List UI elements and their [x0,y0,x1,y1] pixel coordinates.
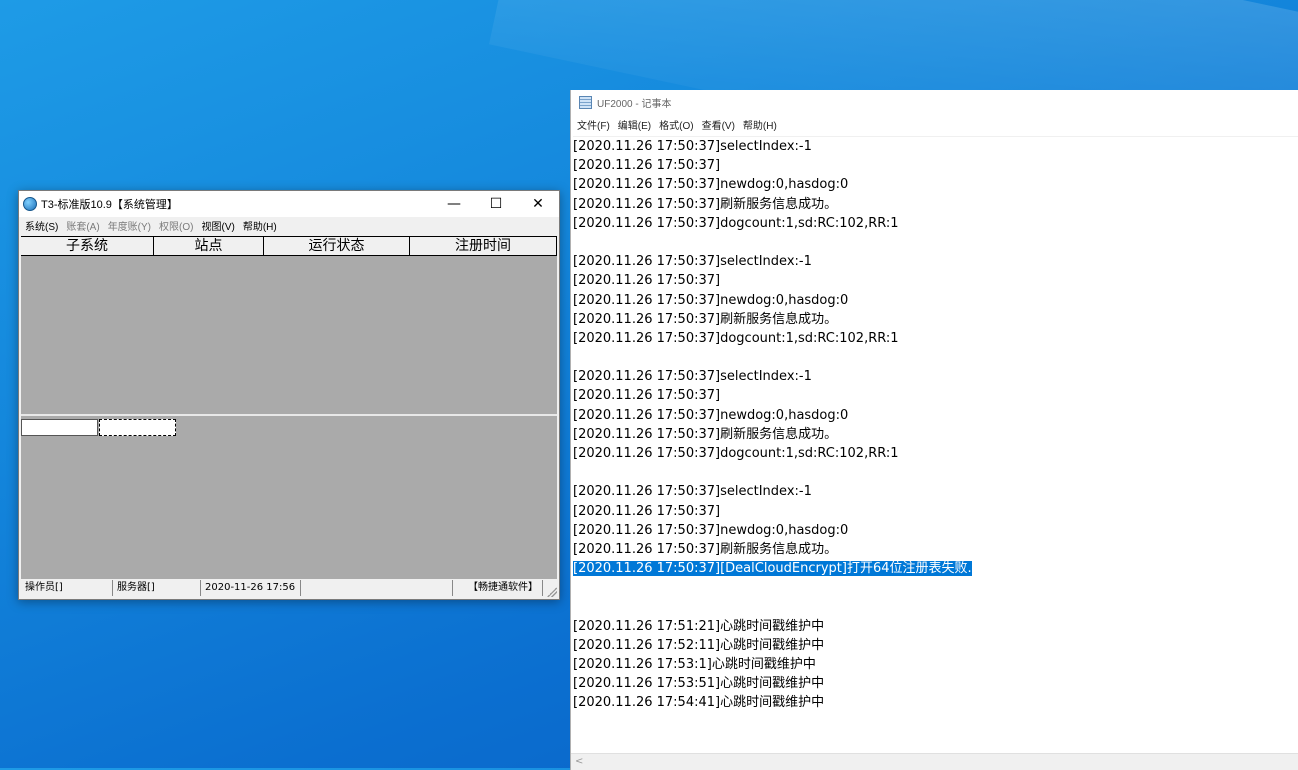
status-brand: 【畅捷通软件】 [453,580,543,596]
text-line[interactable]: [2020.11.26 17:54:41]心跳时间戳维护中 [573,693,1298,712]
line-text: [2020.11.26 17:50:37]newdog:0,hasdog:0 [573,522,849,538]
text-line[interactable]: [2020.11.26 17:50:37]刷新服务信息成功。 [573,310,1298,329]
line-text: [2020.11.26 17:50:37]newdog:0,hasdog:0 [573,407,849,423]
line-text: [2020.11.26 17:53:51]心跳时间戳维护中 [573,676,825,692]
resize-grip-icon[interactable] [547,587,557,597]
line-text: [2020.11.26 17:50:37] [573,503,721,519]
task-grid-cell-focused[interactable] [99,419,176,436]
text-line[interactable] [573,598,1298,617]
menu-format[interactable]: 格式(O) [659,117,693,132]
line-text: [2020.11.26 17:50:37]selectIndex:-1 [573,484,812,500]
text-line[interactable] [573,233,1298,252]
t3-menubar: 系统(S) 账套(A) 年度账(Y) 权限(O) 视图(V) 帮助(H) [19,217,559,234]
menu-view[interactable]: 查看(V) [702,117,735,132]
menu-view[interactable]: 视图(V) [201,218,234,233]
t3-titlebar[interactable]: T3-标准版10.9【系统管理】 — ☐ ✕ [19,191,559,217]
text-line[interactable]: [2020.11.26 17:53:1]心跳时间戳维护中 [573,655,1298,674]
text-line[interactable]: [2020.11.26 17:53:51]心跳时间戳维护中 [573,674,1298,693]
column-header-site[interactable]: 站点 [154,237,264,255]
notepad-title: UF2000 - 记事本 [597,98,672,110]
line-text: [2020.11.26 17:50:37]selectIndex:-1 [573,254,812,270]
subsystem-grid-header: 子系统 站点 运行状态 注册时间 [21,236,557,256]
line-text: [2020.11.26 17:50:37]dogcount:1,sd:RC:10… [573,215,899,231]
line-text: [2020.11.26 17:50:37]dogcount:1,sd:RC:10… [573,330,899,346]
status-server: 服务器[] [113,580,201,596]
text-line[interactable]: [2020.11.26 17:50:37]dogcount:1,sd:RC:10… [573,329,1298,348]
close-button[interactable]: ✕ [517,191,559,217]
text-line[interactable]: [2020.11.26 17:50:37]newdog:0,hasdog:0 [573,521,1298,540]
task-grid-cell[interactable] [21,419,98,436]
task-grid-body[interactable] [21,416,557,579]
t3-window-title: T3-标准版10.9【系统管理】 [41,199,178,211]
text-line[interactable]: [2020.11.26 17:50:37] [573,502,1298,521]
menu-account-set[interactable]: 账套(A) [66,218,99,233]
text-line[interactable]: [2020.11.26 17:50:37]selectIndex:-1 [573,367,1298,386]
menu-file[interactable]: 文件(F) [577,117,610,132]
line-text: [2020.11.26 17:50:37]newdog:0,hasdog:0 [573,292,849,308]
notepad-icon [579,95,592,109]
text-line[interactable]: [2020.11.26 17:50:37] [573,156,1298,175]
text-line[interactable]: [2020.11.26 17:51:21]心跳时间戳维护中 [573,617,1298,636]
notepad-text-area[interactable]: [2020.11.26 17:50:37]selectIndex:-1 [2020… [573,136,1298,737]
line-text: [2020.11.26 17:50:37]刷新服务信息成功。 [573,426,838,442]
line-text: [2020.11.26 17:51:21]心跳时间戳维护中 [573,618,825,634]
text-line[interactable]: [2020.11.26 17:50:37] [573,271,1298,290]
line-text: [2020.11.26 17:50:37]刷新服务信息成功。 [573,196,838,212]
maximize-button[interactable]: ☐ [475,191,517,217]
column-header-register-time[interactable]: 注册时间 [410,237,557,255]
menu-system[interactable]: 系统(S) [25,218,58,233]
text-line[interactable] [573,348,1298,367]
line-text: [2020.11.26 17:50:37]selectIndex:-1 [573,369,812,385]
text-line[interactable] [573,463,1298,482]
notepad-menubar: 文件(F) 编辑(E) 格式(O) 查看(V) 帮助(H) [571,114,1298,134]
t3-app-icon [23,197,37,211]
menu-help[interactable]: 帮助(H) [243,218,277,233]
line-text: [2020.11.26 17:50:37]刷新服务信息成功。 [573,541,838,557]
line-text: [2020.11.26 17:53:1]心跳时间戳维护中 [573,657,816,673]
status-operator: 操作员[] [21,580,113,596]
text-line[interactable]: [2020.11.26 17:50:37]刷新服务信息成功。 [573,540,1298,559]
text-line[interactable]: [2020.11.26 17:50:37]newdog:0,hasdog:0 [573,175,1298,194]
t3-statusbar: 操作员[] 服务器[] 2020-11-26 17:56 【畅捷通软件】 [21,579,557,597]
line-text: [2020.11.26 17:52:11]心跳时间戳维护中 [573,637,825,653]
text-line[interactable]: [2020.11.26 17:50:37]newdog:0,hasdog:0 [573,291,1298,310]
line-text: [2020.11.26 17:50:37] [573,158,721,174]
text-line[interactable]: [2020.11.26 17:50:37]selectIndex:-1 [573,137,1298,156]
notepad-titlebar[interactable]: UF2000 - 记事本 [571,90,1298,114]
text-line[interactable]: [2020.11.26 17:52:11]心跳时间戳维护中 [573,636,1298,655]
line-text: [2020.11.26 17:50:37]newdog:0,hasdog:0 [573,177,849,193]
text-line[interactable] [573,578,1298,597]
t3-system-window[interactable]: T3-标准版10.9【系统管理】 — ☐ ✕ 系统(S) 账套(A) 年度账(Y… [18,190,560,600]
text-line[interactable]: [2020.11.26 17:50:37] [573,386,1298,405]
text-line[interactable]: [2020.11.26 17:50:37][DealCloudEncrypt]打… [573,559,1298,578]
column-header-subsystem[interactable]: 子系统 [21,237,154,255]
line-text: [2020.11.26 17:50:37]selectIndex:-1 [573,139,812,154]
status-empty [301,580,453,596]
notepad-window[interactable]: UF2000 - 记事本 文件(F) 编辑(E) 格式(O) 查看(V) 帮助(… [570,90,1298,770]
line-text: [2020.11.26 17:50:37] [573,273,721,289]
text-line[interactable]: [2020.11.26 17:50:37]dogcount:1,sd:RC:10… [573,444,1298,463]
text-line[interactable]: [2020.11.26 17:50:37]dogcount:1,sd:RC:10… [573,214,1298,233]
line-text: [2020.11.26 17:54:41]心跳时间戳维护中 [573,695,825,711]
horizontal-scrollbar[interactable]: < [571,753,1298,770]
menu-annual-account[interactable]: 年度账(Y) [108,218,151,233]
subsystem-grid-body[interactable] [21,256,557,416]
minimize-button[interactable]: — [433,191,475,217]
text-line[interactable]: [2020.11.26 17:50:37]newdog:0,hasdog:0 [573,406,1298,425]
line-text: [2020.11.26 17:50:37]刷新服务信息成功。 [573,311,838,327]
line-text: [2020.11.26 17:50:37] [573,388,721,404]
line-text: [2020.11.26 17:50:37]dogcount:1,sd:RC:10… [573,446,899,461]
selected-text: [2020.11.26 17:50:37][DealCloudEncrypt]打… [573,561,972,577]
menu-edit[interactable]: 编辑(E) [618,117,651,132]
menu-permission[interactable]: 权限(O) [159,218,193,233]
text-line[interactable]: [2020.11.26 17:50:37]刷新服务信息成功。 [573,425,1298,444]
menu-help[interactable]: 帮助(H) [743,117,777,132]
text-line[interactable]: [2020.11.26 17:50:37]selectIndex:-1 [573,482,1298,501]
text-line[interactable]: [2020.11.26 17:50:37]selectIndex:-1 [573,252,1298,271]
column-header-run-status[interactable]: 运行状态 [264,237,410,255]
text-line[interactable]: [2020.11.26 17:50:37]刷新服务信息成功。 [573,195,1298,214]
status-datetime: 2020-11-26 17:56 [201,580,301,596]
